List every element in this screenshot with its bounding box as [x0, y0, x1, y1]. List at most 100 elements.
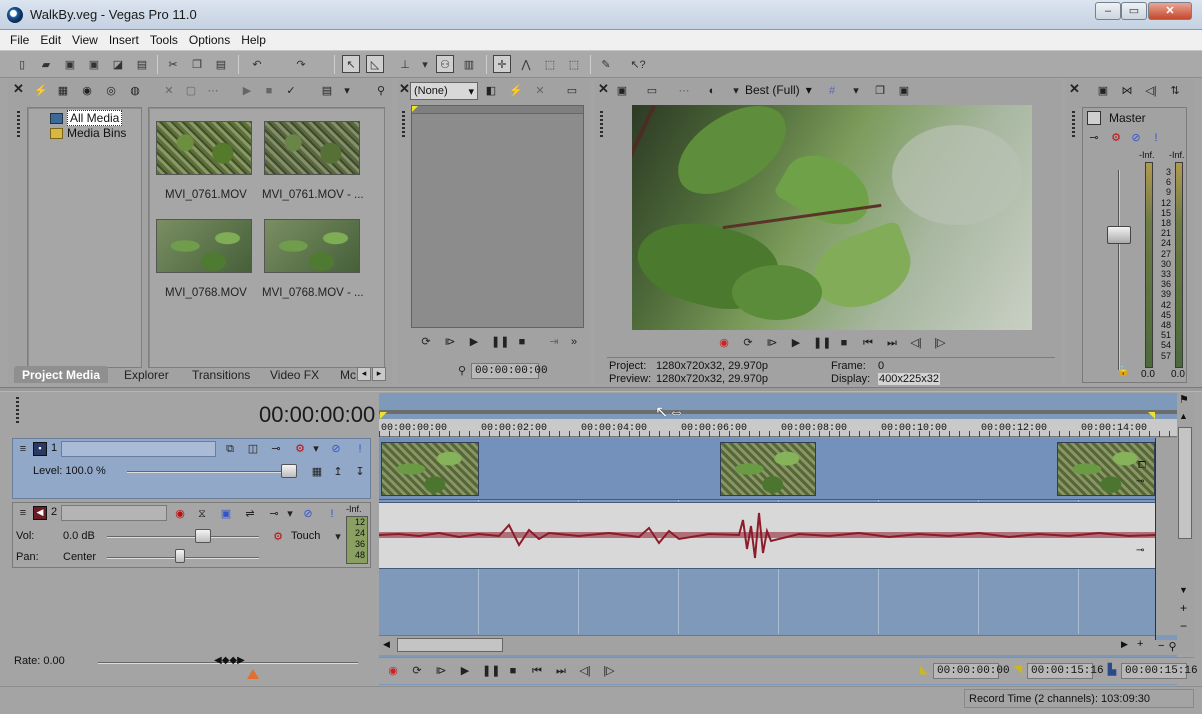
invert-phase-icon[interactable]: ⧖ — [195, 507, 209, 521]
media-fx-icon[interactable]: ⋯ — [206, 84, 220, 98]
dock-grip[interactable] — [402, 111, 405, 139]
auto-ripple-icon[interactable]: ⚇ — [436, 55, 454, 73]
track-minimize-icon[interactable]: ≡ — [16, 442, 30, 456]
redo-icon[interactable]: ↷ — [292, 55, 310, 73]
track-minimize-icon[interactable]: ≡ — [16, 506, 30, 520]
loop-icon[interactable]: ⟳ — [410, 664, 424, 678]
lock-faders-icon[interactable]: ⇅ — [1168, 84, 1182, 98]
trimmer-tool-icon[interactable]: ◧ — [484, 84, 498, 98]
menu-tools[interactable]: Tools — [144, 30, 183, 47]
maximize-button[interactable]: ▭ — [1121, 2, 1147, 20]
loop-start-marker[interactable] — [380, 412, 387, 419]
normal-edit-tool-icon[interactable]: ↖ — [342, 55, 360, 73]
fx-dropdown-icon[interactable]: ▾ — [283, 507, 297, 521]
trimmer-preset-select[interactable]: (None) ▾ — [410, 82, 478, 100]
import-media-icon[interactable]: ⚡ — [34, 84, 48, 98]
selection-start[interactable]: 00:00:00:00 — [933, 663, 1010, 679]
tab-video-fx[interactable]: Video FX — [262, 366, 327, 383]
play-icon[interactable]: ▶ — [458, 664, 472, 678]
scroll-thumb[interactable] — [397, 638, 503, 652]
mute-icon[interactable]: ⊘ — [301, 507, 315, 521]
loop-end-marker[interactable] — [1148, 412, 1155, 419]
views-dropdown-icon[interactable]: ▾ — [340, 84, 354, 98]
selection-tool-icon[interactable]: ⬚ — [541, 55, 559, 73]
dock-grip[interactable] — [1072, 111, 1075, 139]
menu-edit[interactable]: Edit — [34, 30, 66, 47]
scroll-down-icon[interactable]: ▼ — [1179, 585, 1188, 595]
insert-fx-icon[interactable]: ⊸ — [267, 507, 281, 521]
generated-media-icon[interactable]: ▦ — [310, 465, 324, 479]
splitter[interactable] — [0, 387, 1202, 392]
zoom-tool-small-icon[interactable]: ⚲ — [1168, 640, 1176, 655]
selection-length[interactable]: 00:00:15:16 — [1121, 663, 1198, 679]
mute-icon[interactable]: ⊘ — [329, 442, 343, 456]
solo-icon[interactable]: ! — [353, 442, 367, 456]
undo-icon[interactable]: ↶ — [248, 55, 266, 73]
play-from-start-icon[interactable]: ⧐ — [434, 664, 448, 678]
dock-grip[interactable] — [17, 111, 20, 139]
close-icon[interactable]: ✕ — [13, 81, 24, 97]
go-to-end-icon[interactable]: ⏭ — [885, 336, 899, 350]
zoom-out-vertical-icon[interactable]: − — [1180, 619, 1187, 633]
whats-this-help-icon[interactable]: ↖? — [629, 55, 647, 73]
vol-slider-handle[interactable] — [195, 529, 211, 543]
play-from-start-icon[interactable]: ⧐ — [765, 336, 779, 350]
marker-flag-icon[interactable]: ⚑ — [1179, 393, 1189, 406]
pause-icon[interactable]: ❚❚ — [813, 336, 831, 350]
preview-properties-icon[interactable]: ▣ — [615, 84, 629, 98]
envelope-tool-icon[interactable]: ◺ — [366, 55, 384, 73]
auto-preview-icon[interactable]: ✓ — [284, 84, 298, 98]
zoom-in-icon[interactable]: + — [1137, 638, 1143, 650]
auto-crossfade-icon[interactable]: ⋀ — [517, 55, 535, 73]
vertical-scroll-thumb[interactable] — [1178, 427, 1192, 539]
play-from-start-icon[interactable]: ⧐ — [443, 335, 457, 349]
automation-icon[interactable]: ⇌ — [243, 507, 257, 521]
video-clip[interactable] — [720, 442, 816, 496]
close-icon[interactable]: ✕ — [1069, 81, 1080, 97]
downmix-icon[interactable]: ⋈ — [1120, 84, 1134, 98]
close-icon[interactable]: ✕ — [598, 81, 609, 97]
get-photo-icon[interactable]: ◉ — [80, 84, 94, 98]
master-fader[interactable] — [1107, 226, 1131, 244]
external-monitor-icon[interactable]: ▭ — [645, 84, 659, 98]
tab-explorer[interactable]: Explorer — [116, 366, 177, 383]
remove-icon[interactable]: ✕ — [162, 84, 176, 98]
close-icon[interactable]: ✕ — [399, 81, 410, 97]
split-dropdown-icon[interactable]: ▾ — [729, 84, 743, 98]
menu-insert[interactable]: Insert — [103, 30, 144, 47]
fx-dropdown-icon[interactable]: ▾ — [309, 442, 323, 456]
master-insert-fx-icon[interactable]: ⊸ — [1087, 131, 1101, 145]
new-icon[interactable]: ▯ — [13, 55, 31, 73]
video-track-header[interactable]: ≡ ▪ 1 ⧉ ◫ ⊸ ⚙ ▾ ⊘ ! Level: 100.0 % ▦ ↥ ↧ — [12, 438, 371, 499]
track-name-field[interactable] — [61, 441, 216, 457]
scroll-right-icon[interactable]: ▶ — [1121, 639, 1128, 650]
zoom-out-icon[interactable]: − — [1158, 640, 1164, 655]
save-as-icon[interactable]: ▣ — [85, 55, 103, 73]
snapping-icon[interactable]: ⊥ — [396, 55, 414, 73]
lock-envelopes-icon[interactable]: ▥ — [460, 55, 478, 73]
fx-chain-icon[interactable]: ⚙ — [293, 442, 307, 456]
trimmer-clear-icon[interactable]: ✕ — [533, 84, 547, 98]
close-button[interactable]: ✕ — [1148, 2, 1192, 20]
tab-transitions[interactable]: Transitions — [184, 366, 258, 383]
minimize-button[interactable]: – — [1095, 2, 1121, 20]
loop-icon[interactable]: ⟳ — [741, 336, 755, 350]
arm-record-icon[interactable]: ◉ — [173, 507, 187, 521]
event-fx-icon[interactable]: ⊸ — [1136, 476, 1144, 487]
overlays-dropdown-icon[interactable]: ▾ — [849, 84, 863, 98]
media-item[interactable]: MVI_0768.MOV - ... — [262, 219, 372, 299]
master-fx-chain-icon[interactable]: ⚙ — [1109, 131, 1123, 145]
save-snapshot-icon[interactable]: ▣ — [897, 84, 911, 98]
master-properties-icon[interactable]: ▣ — [1096, 84, 1110, 98]
video-clip[interactable] — [381, 442, 479, 496]
track-fx-icon[interactable]: ▣ — [219, 507, 233, 521]
preview-play-icon[interactable]: ▶ — [240, 84, 254, 98]
cut-icon[interactable]: ✂ — [164, 55, 182, 73]
tab-scroll-left-icon[interactable]: ◂ — [357, 367, 371, 381]
audio-event-fx-icon[interactable]: ⊸ — [1136, 545, 1144, 556]
snapping-dropdown-icon[interactable]: ▾ — [416, 55, 434, 73]
audio-lane[interactable] — [379, 502, 1155, 569]
tree-item-media-bins[interactable]: Media Bins — [50, 126, 126, 140]
record-icon[interactable]: ◉ — [717, 336, 731, 350]
enable-snapping-icon[interactable]: ✛ — [493, 55, 511, 73]
